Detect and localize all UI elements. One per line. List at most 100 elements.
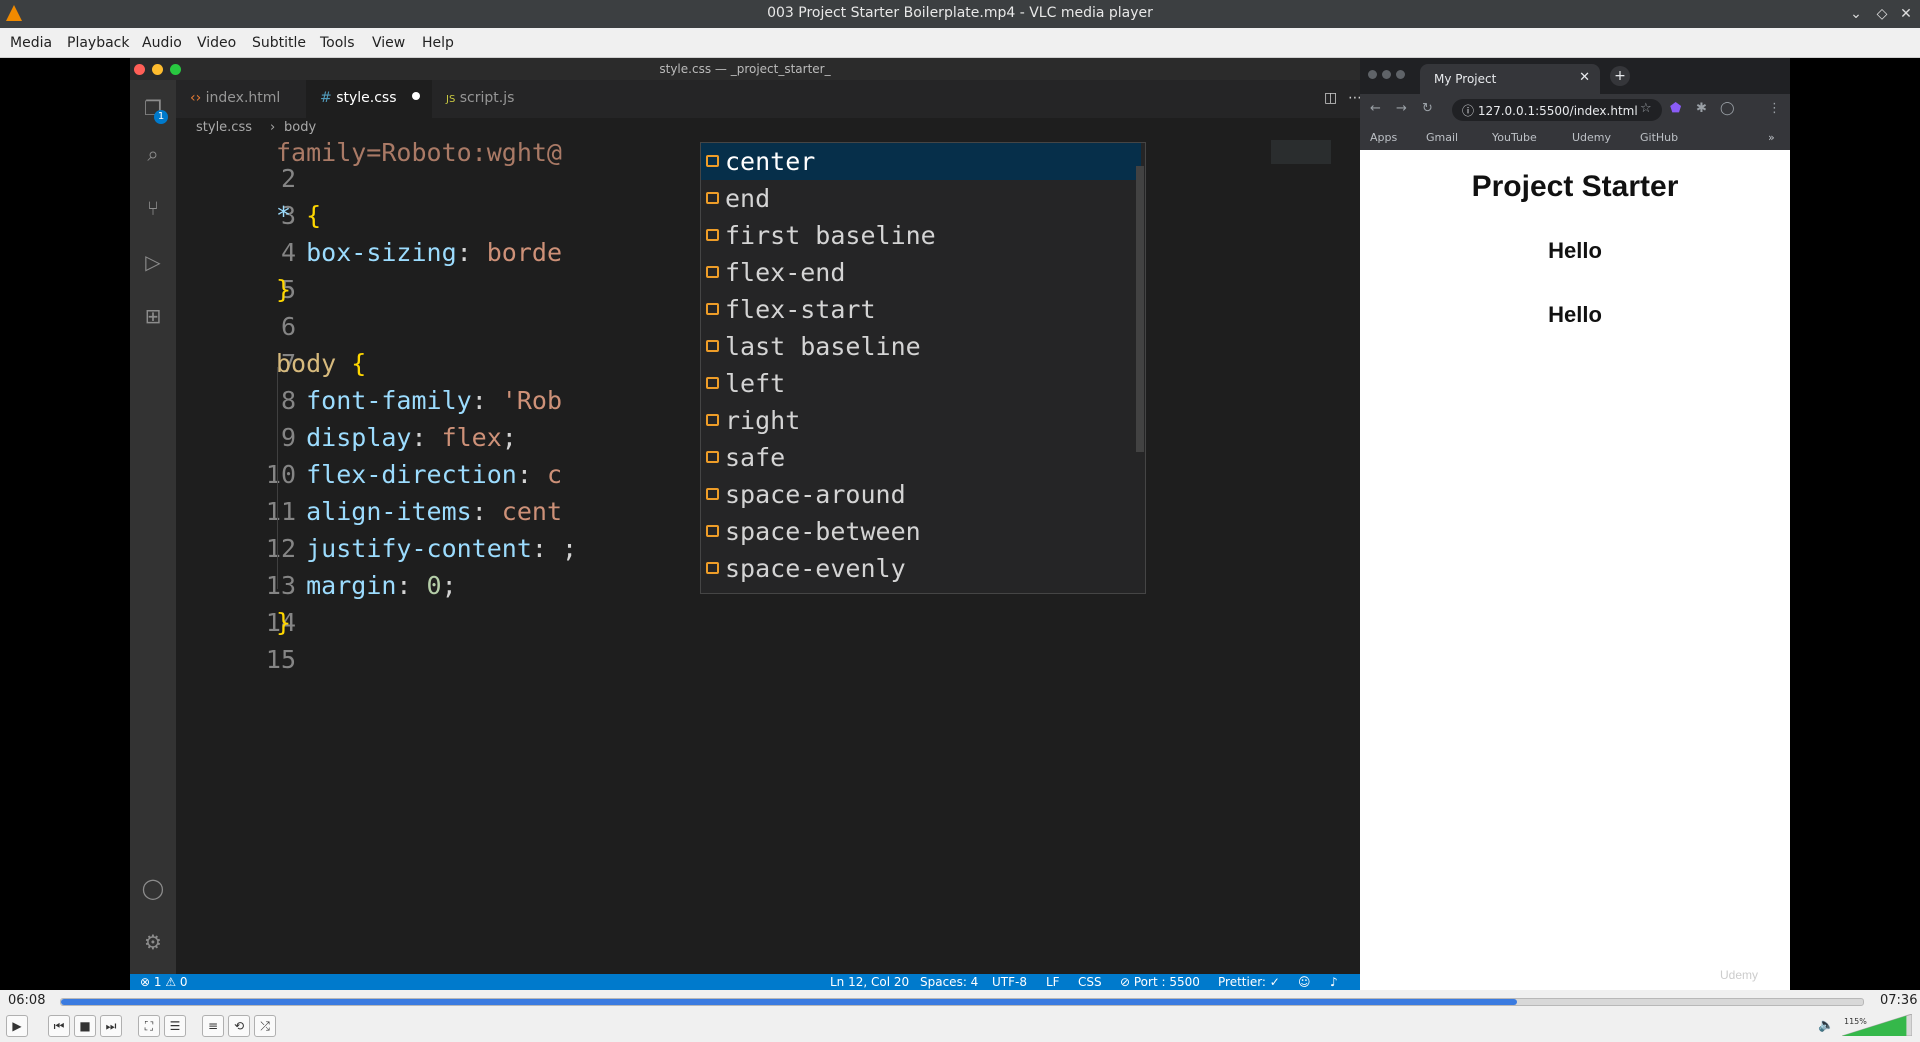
menu-video[interactable]: Video xyxy=(197,35,236,51)
page-viewport[interactable]: Project Starter Hello Hello Udemy xyxy=(1360,150,1790,992)
suggestion-item[interactable]: center xyxy=(701,143,1141,180)
menu-media[interactable]: Media xyxy=(10,35,52,51)
suggestion-scrollbar[interactable] xyxy=(1136,166,1144,452)
suggestion-item[interactable]: flex-end xyxy=(701,254,1141,291)
live-server-port[interactable]: ⊘ Port : 5500 xyxy=(1120,975,1200,989)
maximize-button[interactable]: ◇ xyxy=(1872,4,1892,24)
enum-value-icon xyxy=(706,303,719,315)
reload-icon[interactable]: ↻ xyxy=(1422,101,1433,116)
seek-progress xyxy=(61,999,1518,1005)
notifications-bell-icon[interactable]: ♪ xyxy=(1330,975,1338,989)
breadcrumb-file[interactable]: style.css xyxy=(196,120,252,135)
bookmark-gmail[interactable]: Gmail xyxy=(1426,131,1458,144)
address-bar[interactable]: ⓘ 127.0.0.1:5500/index.html xyxy=(1452,99,1662,121)
source-control-icon[interactable]: ⑂ xyxy=(141,196,165,220)
menu-subtitle[interactable]: Subtitle xyxy=(252,35,306,51)
language-mode[interactable]: CSS xyxy=(1078,975,1102,989)
bookmark-star-icon[interactable]: ☆ xyxy=(1640,101,1652,116)
speaker-icon[interactable]: 🔈 xyxy=(1818,1018,1834,1033)
encoding-setting[interactable]: UTF-8 xyxy=(992,975,1027,989)
fullscreen-button[interactable]: ⛶ xyxy=(138,1015,160,1037)
browser-tab[interactable]: My Project ✕ xyxy=(1420,64,1600,94)
problems-indicator[interactable]: ⊗ 1 ⚠ 0 xyxy=(140,975,188,989)
run-debug-icon[interactable]: ▷ xyxy=(141,250,165,274)
stop-button[interactable]: ■ xyxy=(74,1015,96,1037)
bookmark-udemy[interactable]: Udemy xyxy=(1572,131,1611,144)
bookmark-github[interactable]: GitHub xyxy=(1640,131,1678,144)
close-dot-icon xyxy=(1368,70,1377,79)
shuffle-button[interactable]: ⤮ xyxy=(254,1015,276,1037)
suggestion-item[interactable]: end xyxy=(701,180,1141,217)
back-arrow-icon[interactable]: ← xyxy=(1370,101,1381,116)
extension-icon[interactable]: ⬟ xyxy=(1670,101,1681,116)
browser-tab-strip: My Project ✕ + xyxy=(1360,58,1790,94)
bookmark-apps[interactable]: Apps xyxy=(1370,131,1397,144)
more-bookmarks-icon[interactable]: » xyxy=(1768,131,1775,144)
enum-value-icon xyxy=(706,340,719,352)
prettier-status[interactable]: Prettier: ✓ xyxy=(1218,975,1280,989)
suggestion-item[interactable]: flex-start xyxy=(701,291,1141,328)
menu-tools[interactable]: Tools xyxy=(320,35,355,51)
suggestion-item[interactable]: space-evenly xyxy=(701,550,1141,587)
minimize-button[interactable]: ⌄ xyxy=(1846,4,1866,24)
line-number: 6 xyxy=(280,312,296,341)
cursor-position[interactable]: Ln 12, Col 20 xyxy=(830,975,909,989)
account-icon[interactable]: ◯ xyxy=(141,876,165,900)
menu-help[interactable]: Help xyxy=(422,35,454,51)
volume-slider[interactable]: 115% xyxy=(1842,1014,1912,1036)
vlc-title-bar: 003 Project Starter Boilerplate.mp4 - VL… xyxy=(0,0,1920,28)
code-line: justify-content: ; xyxy=(306,534,578,563)
new-tab-button[interactable]: + xyxy=(1610,66,1630,86)
next-button[interactable]: ⏭ xyxy=(100,1015,122,1037)
enum-value-icon xyxy=(706,377,719,389)
settings-gear-icon[interactable]: ⚙ xyxy=(141,930,165,954)
suggestion-item[interactable]: space-around xyxy=(701,476,1141,513)
suggestion-item[interactable]: left xyxy=(701,365,1141,402)
browser-menu-icon[interactable]: ⋮ xyxy=(1768,101,1781,116)
menu-view[interactable]: View xyxy=(372,35,405,51)
indentation-setting[interactable]: Spaces: 4 xyxy=(920,975,978,989)
suggestion-item[interactable]: first baseline xyxy=(701,217,1141,254)
volume-label: 115% xyxy=(1844,1017,1867,1026)
seek-bar[interactable] xyxy=(60,998,1864,1006)
info-icon: ⓘ xyxy=(1462,104,1478,118)
eol-setting[interactable]: LF xyxy=(1046,975,1060,989)
suggestion-item[interactable]: safe xyxy=(701,439,1141,476)
loop-button[interactable]: ⟲ xyxy=(228,1015,250,1037)
vlc-controls: 06:08 07:36 ▶ ⏮ ■ ⏭ ⛶ ☰ ≡ ⟲ ⤮ 🔈 115% xyxy=(0,990,1920,1042)
extensions-puzzle-icon[interactable]: ✱ xyxy=(1696,101,1707,116)
browser-window: My Project ✕ + ← → ↻ ⓘ 127.0.0.1:5500/in… xyxy=(1360,58,1790,992)
unsaved-dot-icon[interactable] xyxy=(412,92,420,100)
tab-style-css[interactable]: # style.css xyxy=(306,80,432,118)
previous-button[interactable]: ⏮ xyxy=(48,1015,70,1037)
bookmark-youtube[interactable]: YouTube xyxy=(1492,131,1537,144)
breadcrumb-separator: › xyxy=(270,120,276,135)
enum-value-icon xyxy=(706,229,719,241)
menu-playback[interactable]: Playback xyxy=(67,35,129,51)
suggestion-item[interactable]: right xyxy=(701,402,1141,439)
close-tab-icon[interactable]: ✕ xyxy=(1579,70,1590,85)
forward-arrow-icon[interactable]: → xyxy=(1396,101,1407,116)
suggestion-item[interactable]: last baseline xyxy=(701,328,1141,365)
minimap[interactable] xyxy=(1271,140,1331,164)
indent-guide xyxy=(277,367,278,589)
breadcrumb: style.css › body xyxy=(176,118,1360,140)
profile-icon[interactable]: ◯ xyxy=(1720,101,1735,116)
code-line: body { xyxy=(276,349,367,378)
html-file-icon: ‹› xyxy=(190,90,202,106)
playlist-button[interactable]: ≡ xyxy=(202,1015,224,1037)
extensions-icon[interactable]: ⊞ xyxy=(141,304,165,328)
breadcrumb-symbol[interactable]: body xyxy=(284,120,316,135)
feedback-icon[interactable]: ☺ xyxy=(1298,975,1311,989)
code-line: * { xyxy=(276,201,322,230)
enum-value-icon xyxy=(706,155,719,167)
close-button[interactable]: ✕ xyxy=(1896,4,1916,24)
search-icon[interactable]: ⌕ xyxy=(141,142,165,166)
menu-audio[interactable]: Audio xyxy=(142,35,182,51)
play-button[interactable]: ▶ xyxy=(6,1015,28,1037)
tab-script-js[interactable]: JS script.js xyxy=(432,80,528,118)
suggestion-item[interactable]: space-between xyxy=(701,513,1141,550)
tab-index-html[interactable]: ‹› index.html xyxy=(176,80,294,118)
extended-settings-button[interactable]: ☰ xyxy=(164,1015,186,1037)
split-editor-icon[interactable]: ◫ xyxy=(1324,90,1337,106)
